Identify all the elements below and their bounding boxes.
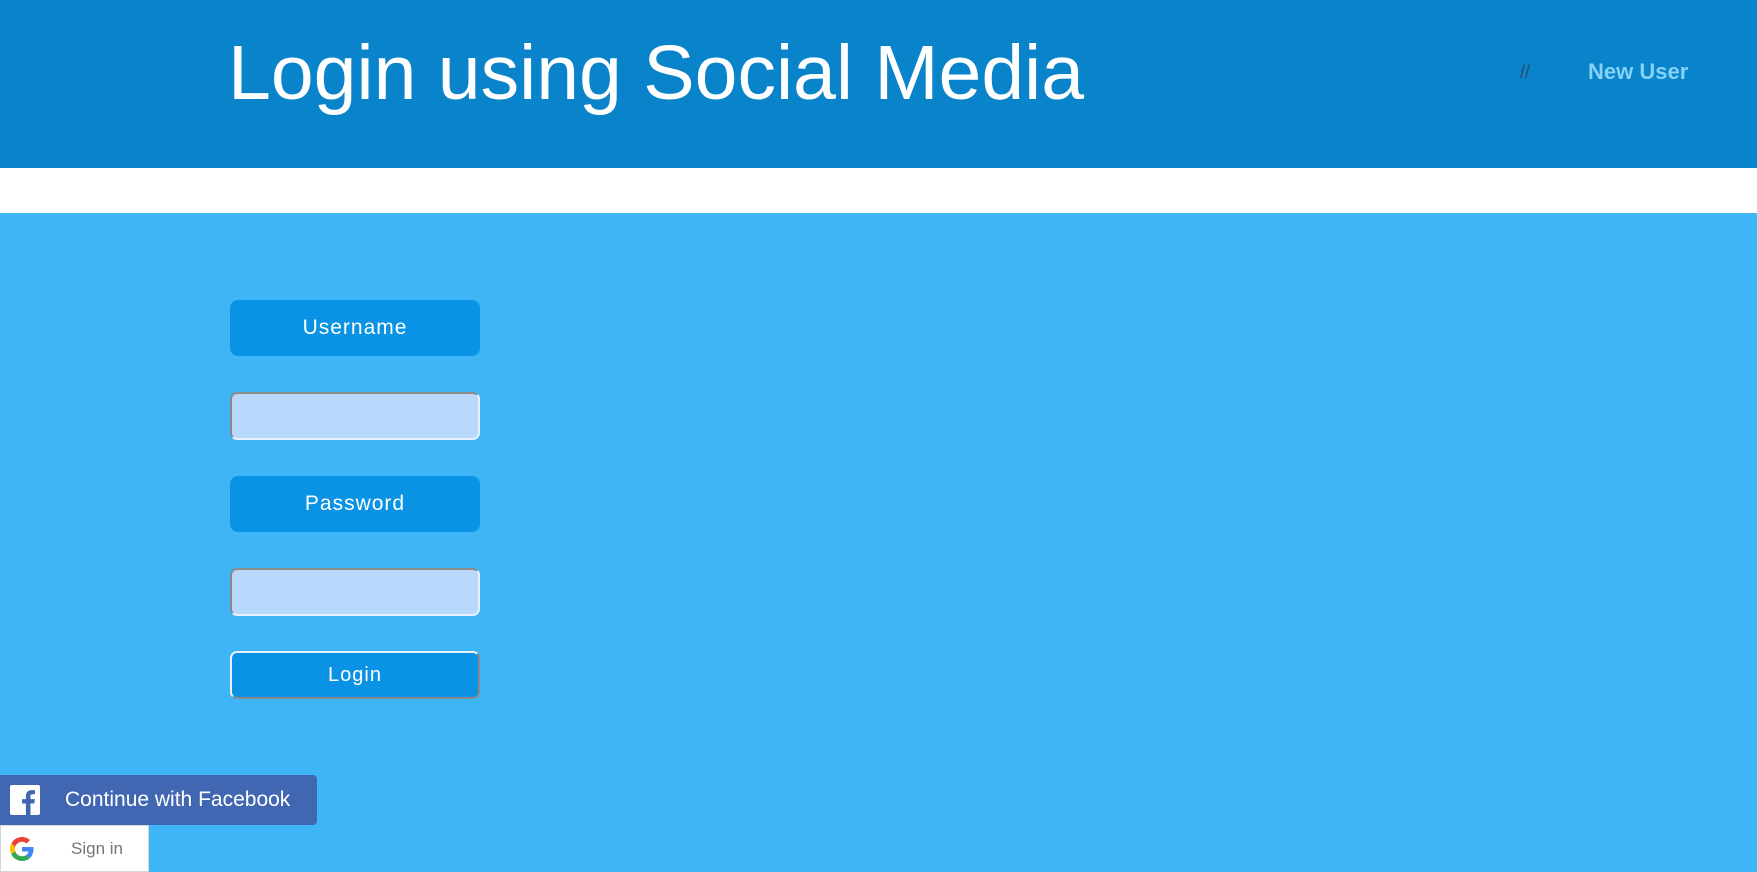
google-button-label: Sign in	[71, 839, 123, 858]
nav-separator: //	[1520, 62, 1531, 82]
new-user-link[interactable]: New User	[1588, 59, 1688, 85]
header: Login using Social Media // New User	[0, 0, 1757, 168]
facebook-icon	[10, 785, 40, 815]
header-divider-band	[0, 168, 1757, 213]
username-label: Username	[230, 300, 480, 356]
password-label: Password	[230, 476, 480, 532]
password-input[interactable]	[230, 568, 480, 616]
google-icon	[10, 837, 34, 861]
facebook-button-label: Continue with Facebook	[65, 788, 291, 811]
login-button[interactable]: Login	[230, 651, 480, 699]
page-title: Login using Social Media	[228, 30, 1085, 116]
facebook-login-button[interactable]: Continue with Facebook	[0, 775, 317, 825]
google-signin-button[interactable]: Sign in	[0, 825, 149, 872]
username-input[interactable]	[230, 392, 480, 440]
